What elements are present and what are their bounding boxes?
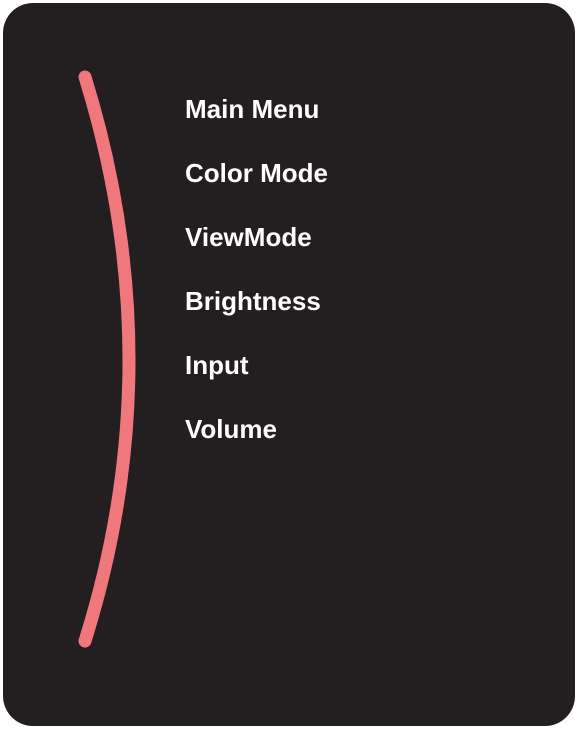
menu-item-input[interactable]: Input (185, 343, 328, 407)
menu-item-volume[interactable]: Volume (185, 407, 328, 471)
menu-item-color-mode[interactable]: Color Mode (185, 151, 328, 215)
menu-item-viewmode[interactable]: ViewMode (185, 215, 328, 279)
osd-menu-panel: Main Menu Color Mode ViewMode Brightness… (3, 3, 575, 726)
menu-item-brightness[interactable]: Brightness (185, 279, 328, 343)
osd-menu-list: Main Menu Color Mode ViewMode Brightness… (185, 87, 328, 471)
menu-item-main-menu[interactable]: Main Menu (185, 87, 328, 151)
